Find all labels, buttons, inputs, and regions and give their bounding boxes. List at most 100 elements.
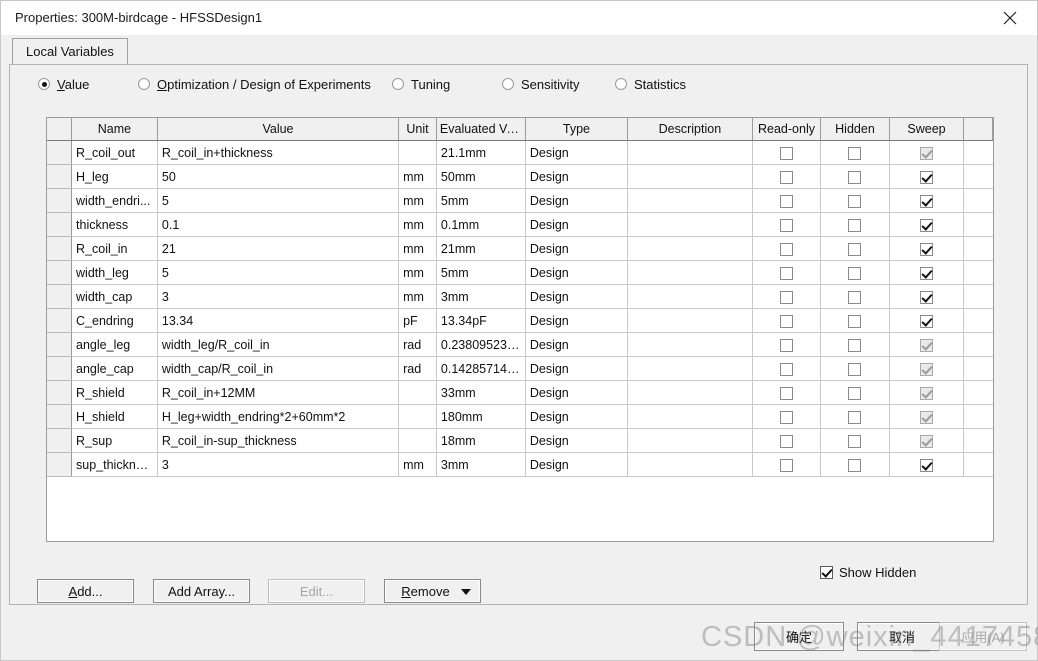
cell-read-only[interactable] bbox=[752, 212, 822, 237]
cell-unit[interactable] bbox=[398, 380, 437, 405]
cell-type[interactable]: Design bbox=[525, 164, 629, 189]
cell-evaluated-value[interactable]: 21.1mm bbox=[436, 140, 526, 165]
checkbox-icon[interactable] bbox=[779, 434, 793, 448]
checkbox-icon[interactable] bbox=[920, 314, 934, 328]
row-selector[interactable] bbox=[47, 212, 73, 237]
checkbox-icon[interactable] bbox=[779, 410, 793, 424]
cell-type[interactable]: Design bbox=[525, 236, 629, 261]
cell-sweep[interactable] bbox=[889, 428, 965, 453]
cell-sweep[interactable] bbox=[889, 260, 965, 285]
cell-type[interactable]: Design bbox=[525, 356, 629, 381]
cell-description[interactable] bbox=[627, 236, 753, 261]
checkbox-icon[interactable] bbox=[779, 194, 793, 208]
cell-unit[interactable]: mm bbox=[398, 452, 437, 477]
cell-hidden[interactable] bbox=[820, 260, 890, 285]
cell-name[interactable]: R_shield bbox=[71, 380, 158, 405]
edit-button[interactable]: Edit... bbox=[268, 579, 365, 603]
checkbox-icon[interactable] bbox=[920, 434, 934, 448]
cell-evaluated-value[interactable]: 33mm bbox=[436, 380, 526, 405]
cell-name[interactable]: R_coil_in bbox=[71, 236, 158, 261]
cell-unit[interactable]: pF bbox=[398, 308, 437, 333]
cell-read-only[interactable] bbox=[752, 380, 822, 405]
cell-description[interactable] bbox=[627, 164, 753, 189]
checkbox-icon[interactable] bbox=[920, 218, 934, 232]
cell-type[interactable]: Design bbox=[525, 380, 629, 405]
cell-value[interactable]: 13.34 bbox=[157, 308, 400, 333]
table-row[interactable]: R_sup R_coil_in-sup_thickness 18mm Design bbox=[47, 428, 993, 453]
show-hidden-checkbox[interactable]: Show Hidden bbox=[820, 565, 916, 580]
checkbox-icon[interactable] bbox=[848, 386, 862, 400]
cell-type[interactable]: Design bbox=[525, 452, 629, 477]
cell-evaluated-value[interactable]: 180mm bbox=[436, 404, 526, 429]
cell-hidden[interactable] bbox=[820, 332, 890, 357]
row-selector[interactable] bbox=[47, 164, 73, 189]
row-selector[interactable] bbox=[47, 284, 73, 309]
cell-value[interactable]: 3 bbox=[157, 452, 400, 477]
cell-description[interactable] bbox=[627, 284, 753, 309]
cell-description[interactable] bbox=[627, 332, 753, 357]
table-row[interactable]: angle_leg width_leg/R_coil_in rad 0.2380952… bbox=[47, 332, 993, 357]
cell-name[interactable]: C_endring bbox=[71, 308, 158, 333]
remove-button[interactable]: Remove bbox=[384, 579, 481, 603]
checkbox-icon[interactable] bbox=[920, 290, 934, 304]
cell-read-only[interactable] bbox=[752, 260, 822, 285]
cell-description[interactable] bbox=[627, 404, 753, 429]
cell-sweep[interactable] bbox=[889, 380, 965, 405]
cell-hidden[interactable] bbox=[820, 164, 890, 189]
cell-read-only[interactable] bbox=[752, 452, 822, 477]
cell-hidden[interactable] bbox=[820, 188, 890, 213]
row-selector[interactable] bbox=[47, 404, 73, 429]
checkbox-icon[interactable] bbox=[848, 290, 862, 304]
cell-unit[interactable]: mm bbox=[398, 212, 437, 237]
table-row[interactable]: C_endring 13.34 pF 13.34pF Design bbox=[47, 308, 993, 333]
checkbox-icon[interactable] bbox=[779, 386, 793, 400]
cell-description[interactable] bbox=[627, 452, 753, 477]
cell-description[interactable] bbox=[627, 308, 753, 333]
cell-evaluated-value[interactable]: 5mm bbox=[436, 188, 526, 213]
row-selector[interactable] bbox=[47, 140, 73, 165]
cell-type[interactable]: Design bbox=[525, 332, 629, 357]
checkbox-icon[interactable] bbox=[779, 458, 793, 472]
checkbox-icon[interactable] bbox=[920, 266, 934, 280]
cell-hidden[interactable] bbox=[820, 380, 890, 405]
cell-type[interactable]: Design bbox=[525, 428, 629, 453]
cell-unit[interactable]: rad bbox=[398, 356, 437, 381]
cell-unit[interactable] bbox=[398, 428, 437, 453]
table-row[interactable]: width_leg 5 mm 5mm Design bbox=[47, 260, 993, 285]
cell-name[interactable]: thickness bbox=[71, 212, 158, 237]
col-header-sweep[interactable]: Sweep bbox=[889, 118, 965, 141]
checkbox-icon[interactable] bbox=[920, 338, 934, 352]
radio-tuning[interactable]: Tuning bbox=[392, 74, 450, 94]
cell-type[interactable]: Design bbox=[525, 188, 629, 213]
row-selector[interactable] bbox=[47, 260, 73, 285]
checkbox-icon[interactable] bbox=[920, 146, 934, 160]
table-row[interactable]: R_shield R_coil_in+12MM 33mm Design bbox=[47, 380, 993, 405]
table-row[interactable]: R_coil_in 21 mm 21mm Design bbox=[47, 236, 993, 261]
checkbox-icon[interactable] bbox=[920, 362, 934, 376]
checkbox-icon[interactable] bbox=[848, 194, 862, 208]
cell-unit[interactable]: mm bbox=[398, 260, 437, 285]
checkbox-icon[interactable] bbox=[779, 290, 793, 304]
cell-description[interactable] bbox=[627, 212, 753, 237]
row-selector[interactable] bbox=[47, 308, 73, 333]
checkbox-icon[interactable] bbox=[848, 434, 862, 448]
cell-name[interactable]: width_cap bbox=[71, 284, 158, 309]
tab-local-variables[interactable]: Local Variables bbox=[12, 38, 128, 64]
cell-unit[interactable]: mm bbox=[398, 236, 437, 261]
cell-value[interactable]: 5 bbox=[157, 260, 400, 285]
checkbox-icon[interactable] bbox=[920, 242, 934, 256]
col-header-name[interactable]: Name bbox=[71, 118, 158, 141]
cell-hidden[interactable] bbox=[820, 140, 890, 165]
checkbox-icon[interactable] bbox=[848, 242, 862, 256]
row-selector[interactable] bbox=[47, 188, 73, 213]
checkbox-icon[interactable] bbox=[920, 458, 934, 472]
cell-read-only[interactable] bbox=[752, 188, 822, 213]
cell-unit[interactable]: mm bbox=[398, 284, 437, 309]
table-row[interactable]: angle_cap width_cap/R_coil_in rad 0.1428571… bbox=[47, 356, 993, 381]
cell-name[interactable]: H_shield bbox=[71, 404, 158, 429]
cell-sweep[interactable] bbox=[889, 212, 965, 237]
cell-type[interactable]: Design bbox=[525, 284, 629, 309]
cell-hidden[interactable] bbox=[820, 356, 890, 381]
cell-value[interactable]: 0.1 bbox=[157, 212, 400, 237]
cell-value[interactable]: width_leg/R_coil_in bbox=[157, 332, 400, 357]
